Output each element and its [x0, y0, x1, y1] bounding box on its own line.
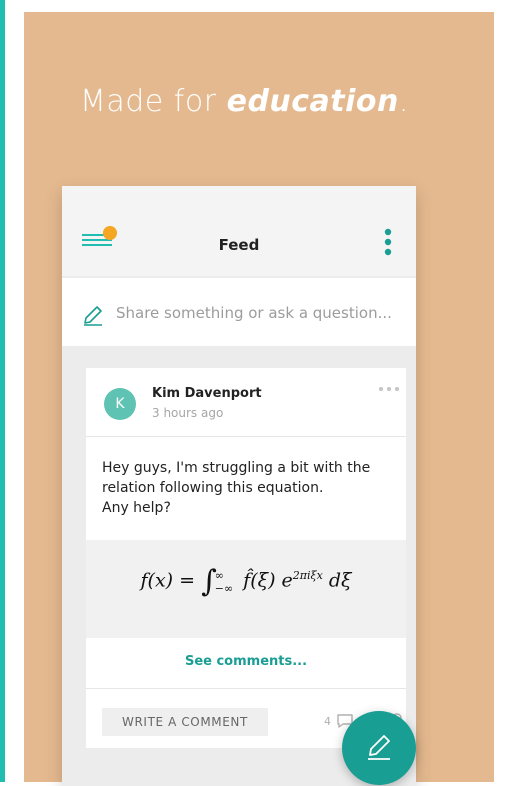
- post-author[interactable]: Kim Davenport: [152, 386, 262, 401]
- feed-title: Feed: [218, 236, 260, 254]
- headline-emphasis: education: [226, 84, 399, 119]
- see-comments-link[interactable]: See comments...: [86, 654, 406, 669]
- post-time: 3 hours ago: [152, 406, 224, 420]
- pencil-icon: [84, 306, 102, 326]
- post-body: Hey guys, I'm struggling a bit with the …: [102, 460, 371, 516]
- equation: f(x) = ∫ ∞ −∞ f̂(ξ) e2πiξx dξ: [140, 564, 352, 599]
- phone-mockup: Feed Share something or ask a question..…: [62, 186, 416, 786]
- app-top-bar: Feed: [62, 186, 416, 276]
- compose-fab-button[interactable]: [342, 711, 416, 785]
- comment-count: 4: [324, 715, 331, 728]
- hero-headline: Made for education.: [80, 84, 409, 119]
- formula-box: f(x) = ∫ ∞ −∞ f̂(ξ) e2πiξx dξ: [86, 540, 406, 638]
- post-card: K Kim Davenport 3 hours ago Hey guys, I'…: [86, 368, 406, 748]
- left-accent-bar: [0, 0, 5, 782]
- horizontal-dots-icon[interactable]: [378, 386, 400, 392]
- write-comment-button[interactable]: WRITE A COMMENT: [102, 708, 268, 736]
- card-divider: [86, 436, 406, 437]
- card-divider-bottom: [86, 688, 406, 689]
- vertical-dots-icon[interactable]: [382, 228, 394, 256]
- headline-prefix: Made for: [80, 84, 227, 119]
- pencil-icon: [368, 735, 390, 760]
- share-input-placeholder: Share something or ask a question...: [116, 304, 392, 322]
- share-input-bar[interactable]: Share something or ask a question...: [62, 278, 416, 346]
- avatar[interactable]: K: [104, 388, 136, 420]
- headline-suffix: .: [398, 84, 409, 119]
